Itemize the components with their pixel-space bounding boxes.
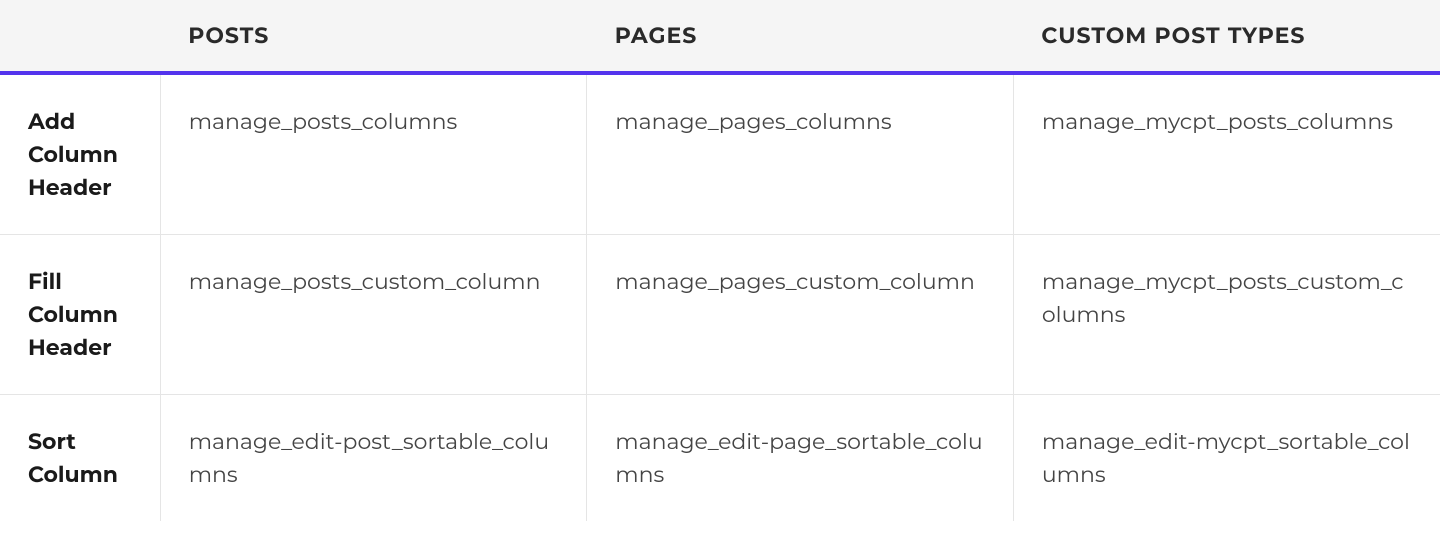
cell-sort-pages: manage_edit-page_sortable_columns (587, 395, 1014, 522)
table-header-cpt: CUSTOM POST TYPES (1013, 0, 1440, 73)
cell-add-posts: manage_posts_columns (160, 73, 587, 235)
cell-add-cpt: manage_mycpt_posts_columns (1013, 73, 1440, 235)
table-row: Add Column Header manage_posts_columns m… (0, 73, 1440, 235)
table-row: Fill Column Header manage_posts_custom_c… (0, 235, 1440, 395)
table-header-row: POSTS PAGES CUSTOM POST TYPES (0, 0, 1440, 73)
cell-fill-posts: manage_posts_custom_column (160, 235, 587, 395)
cell-add-pages: manage_pages_columns (587, 73, 1014, 235)
cell-fill-pages: manage_pages_custom_column (587, 235, 1014, 395)
row-header-fill-column: Fill Column Header (0, 235, 160, 395)
hooks-table-container: POSTS PAGES CUSTOM POST TYPES Add Column… (0, 0, 1440, 559)
hooks-table: POSTS PAGES CUSTOM POST TYPES Add Column… (0, 0, 1440, 521)
table-header-posts: POSTS (160, 0, 587, 73)
row-header-add-column: Add Column Header (0, 73, 160, 235)
table-header-corner (0, 0, 160, 73)
row-header-sort-column: Sort Column (0, 395, 160, 522)
cell-sort-cpt: manage_edit-mycpt_sortable_columns (1013, 395, 1440, 522)
cell-fill-cpt: manage_mycpt_posts_custom_columns (1013, 235, 1440, 395)
cell-sort-posts: manage_edit-post_sortable_columns (160, 395, 587, 522)
table-header-pages: PAGES (587, 0, 1014, 73)
table-row: Sort Column manage_edit-post_sortable_co… (0, 395, 1440, 522)
